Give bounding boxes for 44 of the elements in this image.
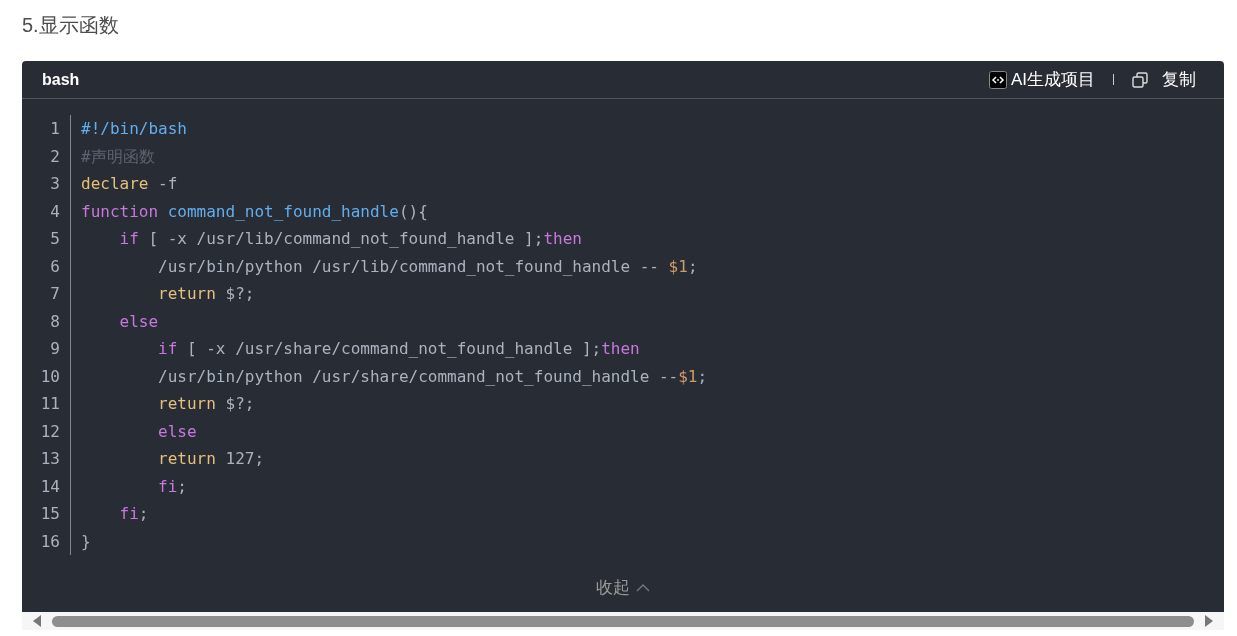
collapse-button[interactable]: 收起	[590, 575, 656, 600]
code-line: if [ -x /usr/share/command_not_found_handle ];then	[157, 339, 640, 358]
code-line: return $?;	[157, 394, 255, 413]
scrollbar-thumb[interactable]	[52, 615, 1194, 627]
code-icon	[988, 70, 1007, 89]
code-line: /usr/bin/python /usr/share/command_not_found_handle --$1;	[157, 366, 708, 386]
code-line: fi;	[157, 476, 187, 496]
line-number: 1	[49, 118, 60, 140]
line-number: 4	[49, 200, 60, 223]
chevron-up-icon	[636, 583, 650, 592]
code-line: function command_not_found_handle(){	[81, 201, 428, 221]
code-line: }	[81, 531, 91, 551]
copy-icon	[1132, 71, 1148, 88]
line-number: 11	[39, 393, 60, 415]
code-line: /usr/bin/python /usr/lib/command_not_found_handle -- $1;	[157, 256, 698, 276]
horizontal-scrollbar[interactable]	[22, 612, 1224, 630]
code-line: else	[118, 311, 159, 331]
code-line: return $?;	[157, 284, 255, 303]
section-heading: 5.显示函数	[22, 13, 120, 38]
line-number: 6	[49, 255, 60, 278]
line-number: 8	[49, 310, 60, 333]
language-label: bash	[42, 70, 80, 89]
line-number: 12	[39, 420, 60, 443]
line-number: 3	[49, 173, 60, 195]
line-number: 13	[39, 448, 60, 470]
code-line: if [ -x /usr/lib/command_not_found_handle ];then	[118, 229, 582, 248]
line-number: 14	[39, 475, 60, 498]
code-line: declare -f	[81, 174, 178, 193]
line-number: 16	[39, 530, 60, 553]
scroll-right-icon[interactable]	[1204, 615, 1214, 627]
copy-button[interactable]: 复制	[1132, 68, 1196, 91]
line-number: 15	[39, 503, 60, 525]
ai-generate-button[interactable]: AI生成项目	[988, 68, 1095, 91]
line-number: 7	[49, 283, 60, 305]
line-number: 5	[49, 228, 60, 250]
code-line: #声明函数	[81, 146, 155, 166]
line-number: 10	[39, 365, 60, 388]
line-number: 2	[49, 145, 60, 168]
line-number: 9	[49, 338, 60, 360]
code-line: #!/bin/bash	[81, 119, 187, 138]
code-line: else	[157, 421, 197, 441]
code-line: fi;	[118, 504, 149, 523]
scroll-left-icon[interactable]	[32, 615, 42, 627]
code-line: return 127;	[157, 449, 265, 468]
